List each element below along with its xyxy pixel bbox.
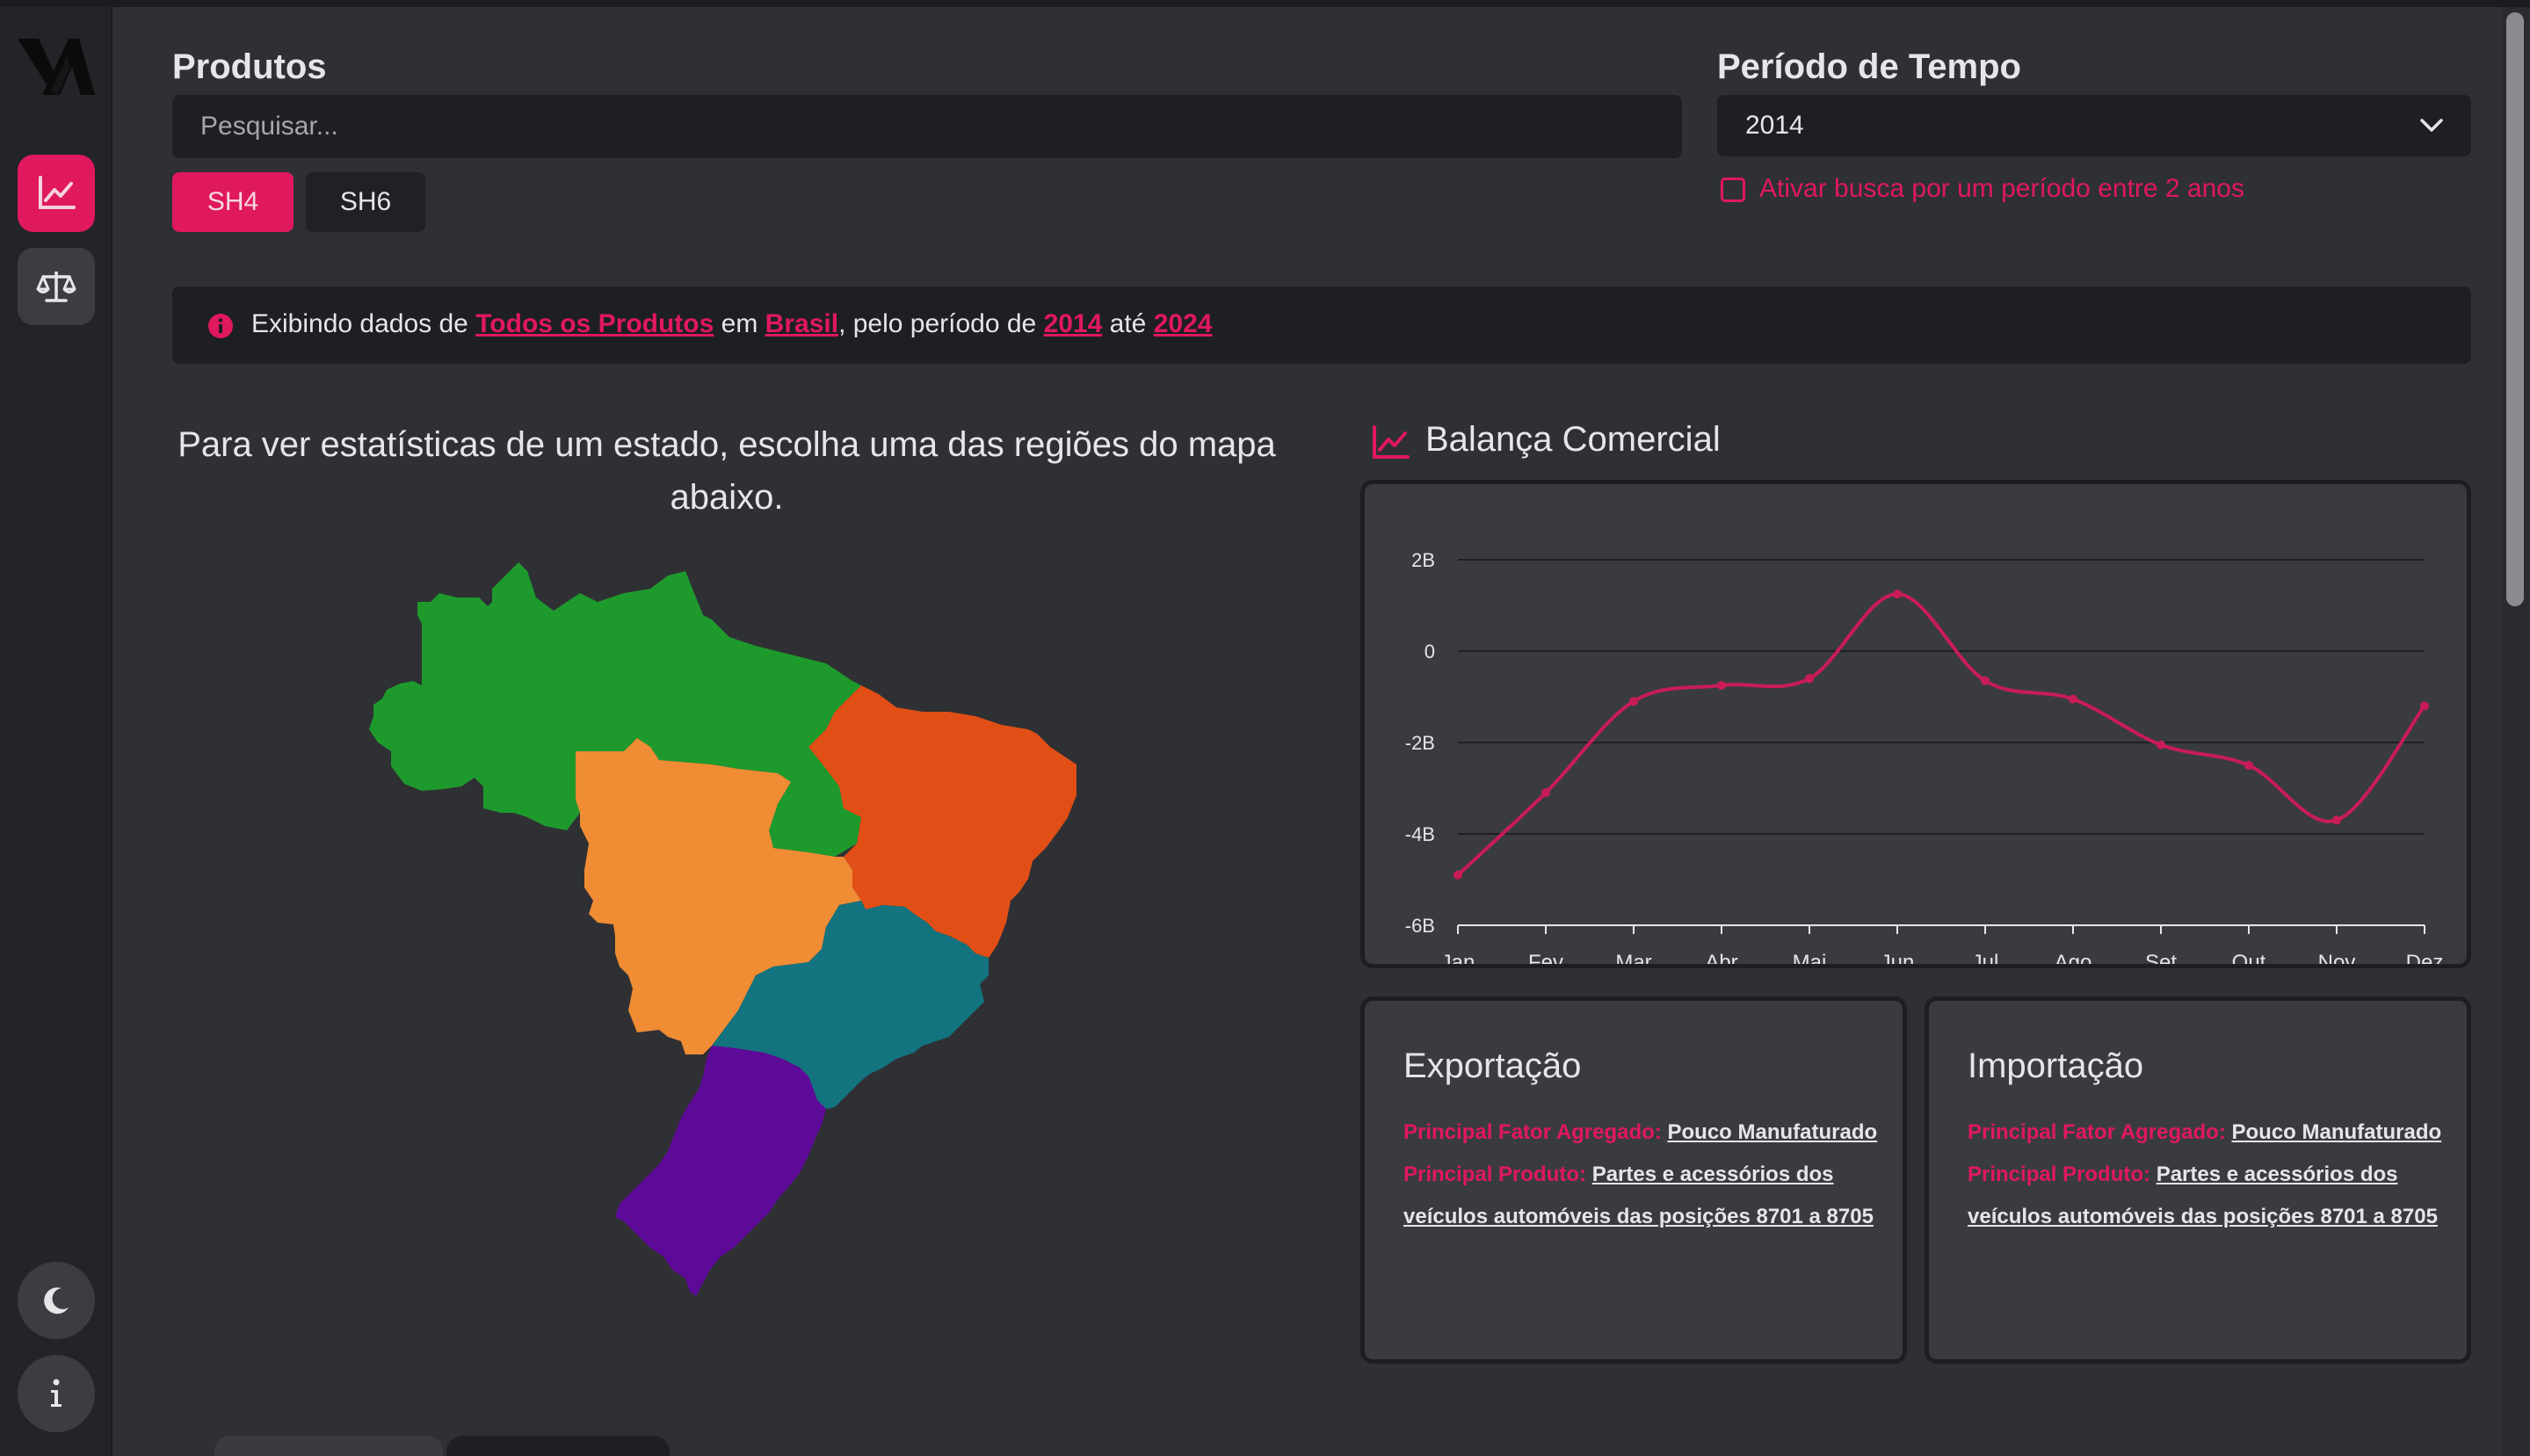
y-tick-label: -6B (1405, 915, 1435, 937)
data-point (2244, 761, 2253, 770)
produtos-label: Produtos (172, 47, 327, 86)
moon-icon (44, 1287, 69, 1315)
data-point (1893, 590, 1902, 598)
chevron-down-icon (2420, 119, 2443, 132)
x-tick-label: Mar (1615, 951, 1651, 964)
info-text-part: até (1102, 309, 1154, 338)
info-text-part: em (714, 309, 765, 338)
x-tick-label: Jan (1441, 951, 1475, 964)
series-line (1456, 591, 2426, 877)
data-point (2332, 815, 2341, 825)
y-tick-label: -2B (1405, 732, 1435, 754)
export-factor-link[interactable]: Pouco Manufaturado (1667, 1120, 1877, 1144)
x-tick-label: Ago (2055, 951, 2092, 964)
x-tick-label: Fev (1528, 951, 1563, 964)
sidebar-item-comparison[interactable] (18, 248, 95, 325)
sh6-toggle-button[interactable]: SH6 (306, 172, 425, 232)
info-text: Exibindo dados de Todos os Produtos em B… (251, 309, 1212, 339)
line-chart-icon (39, 176, 76, 209)
logo-icon (18, 39, 95, 95)
info-icon (51, 1379, 62, 1407)
info-button[interactable] (18, 1355, 95, 1432)
data-point (2420, 701, 2429, 711)
bottom-tab[interactable] (214, 1436, 443, 1456)
data-point (1981, 676, 1990, 685)
data-point (1629, 697, 1638, 706)
data-point (1541, 788, 1550, 798)
year-select-value: 2014 (1745, 111, 1804, 140)
x-tick-label: Jun (1881, 951, 1915, 964)
x-tick-label: Mai (1793, 951, 1827, 964)
range-checkbox-label[interactable]: Ativar busca por um período entre 2 anos (1759, 174, 2244, 204)
y-tick-label: -4B (1405, 823, 1435, 845)
x-tick-label: Out (2232, 951, 2266, 964)
info-banner: Exibindo dados de Todos os Produtos em B… (172, 286, 2471, 364)
data-point (1717, 681, 1726, 690)
theme-toggle-button[interactable] (18, 1262, 95, 1339)
search-input[interactable] (172, 95, 1682, 158)
data-point (2069, 694, 2077, 704)
info-text-part: , pelo período de (838, 309, 1044, 338)
info-circle-icon (208, 314, 233, 338)
trade-balance-chart: 2B 0 -2B -4B -6B Jan Fev Mar Abr Mai Jun Jul Ago Set O… (1405, 549, 2444, 964)
y-tick-label: 0 (1424, 641, 1435, 663)
sidebar-item-trade-balance[interactable] (18, 155, 95, 232)
import-card: Importação Principal Fator Agregado: Pou… (1925, 996, 2471, 1364)
import-details: Principal Fator Agregado: Pouco Manufatu… (1968, 1112, 2442, 1238)
scrollbar-thumb[interactable] (2506, 12, 2524, 606)
data-point (1453, 870, 1462, 880)
balanca-title: Balança Comercial (1425, 420, 1721, 459)
export-title: Exportação (1403, 1047, 1582, 1085)
trade-balance-chart-card: 2B 0 -2B -4B -6B Jan Fev Mar Abr Mai Jun Jul Ago Set O… (1360, 480, 2471, 968)
scale-icon (36, 272, 76, 302)
sh4-toggle-button[interactable]: SH4 (172, 172, 294, 232)
import-title: Importação (1968, 1047, 2144, 1085)
info-end-year-link[interactable]: 2024 (1154, 309, 1213, 338)
y-tick-label: 2B (1411, 549, 1435, 571)
year-select[interactable]: 2014 (1717, 95, 2471, 156)
import-product-label: Principal Produto: (1968, 1163, 2157, 1186)
info-produto-link[interactable]: Todos os Produtos (475, 309, 714, 338)
data-point (1805, 674, 1814, 684)
x-tick-label: Nov (2318, 951, 2356, 964)
bottom-tab[interactable] (446, 1436, 670, 1456)
data-point (2157, 740, 2165, 750)
import-factor-label: Principal Fator Agregado: (1968, 1120, 2232, 1144)
map-instruction: Para ver estatísticas de um estado, esco… (178, 425, 1276, 517)
export-product-label: Principal Produto: (1403, 1163, 1592, 1186)
info-text-part: Exibindo dados de (251, 309, 476, 338)
import-factor-link[interactable]: Pouco Manufaturado (2231, 1120, 2441, 1144)
info-local-link[interactable]: Brasil (765, 309, 838, 338)
region-sul[interactable] (615, 1046, 826, 1296)
info-start-year-link[interactable]: 2014 (1044, 309, 1103, 338)
x-tick-label: Abr (1705, 951, 1737, 964)
export-card: Exportação Principal Fator Agregado: Pou… (1360, 996, 1907, 1364)
export-details: Principal Fator Agregado: Pouco Manufatu… (1403, 1112, 1878, 1238)
window-top-edge (0, 0, 2530, 7)
range-checkbox[interactable] (1721, 177, 1745, 202)
x-tick-label: Dez (2406, 951, 2444, 964)
sidebar (0, 7, 112, 1456)
periodo-label: Período de Tempo (1717, 47, 2021, 86)
brazil-map (369, 562, 1077, 1296)
line-chart-icon (1373, 425, 1410, 459)
x-tick-label: Jul (1972, 951, 1999, 964)
x-tick-label: Set (2145, 951, 2177, 964)
export-factor-label: Principal Fator Agregado: (1403, 1120, 1668, 1144)
